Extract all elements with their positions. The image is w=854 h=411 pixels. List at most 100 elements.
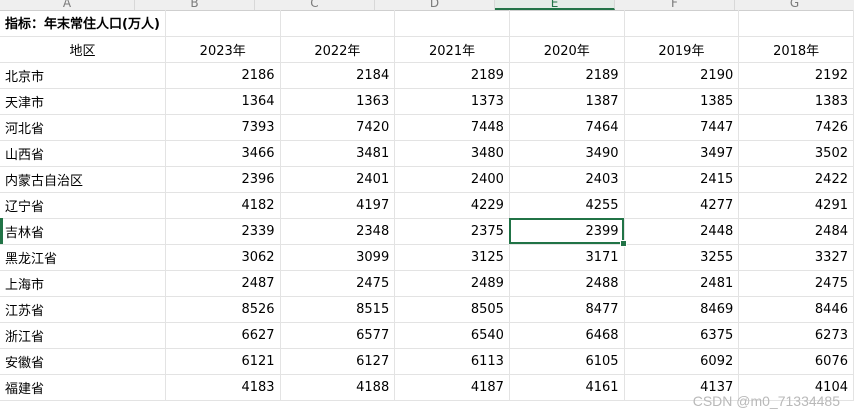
value-cell[interactable]: 2400 [394, 166, 510, 193]
column-letter-a[interactable]: A [0, 0, 135, 10]
value-cell[interactable]: 4277 [624, 192, 740, 219]
value-cell[interactable]: 2189 [509, 62, 625, 89]
value-cell[interactable]: 6468 [509, 322, 625, 349]
value-cell[interactable]: 7448 [394, 114, 510, 141]
value-cell[interactable]: 2192 [738, 62, 854, 89]
value-cell[interactable]: 3255 [624, 244, 740, 271]
value-cell[interactable]: 8515 [280, 296, 396, 323]
empty-cell[interactable] [738, 10, 854, 37]
value-cell[interactable]: 6121 [165, 348, 281, 375]
value-cell[interactable]: 6375 [624, 322, 740, 349]
column-letter-d[interactable]: D [375, 0, 495, 10]
value-cell[interactable]: 2487 [165, 270, 281, 297]
value-cell[interactable]: 4188 [280, 374, 396, 401]
value-cell[interactable]: 2375 [394, 218, 510, 245]
fill-handle[interactable] [620, 240, 628, 247]
value-cell[interactable]: 6092 [624, 348, 740, 375]
value-cell[interactable]: 8526 [165, 296, 281, 323]
value-cell[interactable]: 3502 [738, 140, 854, 167]
value-cell[interactable]: 3062 [165, 244, 281, 271]
region-cell[interactable]: 安徽省 [0, 348, 166, 375]
region-cell[interactable]: 浙江省 [0, 322, 166, 349]
region-cell[interactable]: 辽宁省 [0, 192, 166, 219]
year-header[interactable]: 2023年 [165, 36, 281, 63]
value-cell[interactable]: 3480 [394, 140, 510, 167]
year-header[interactable]: 2018年 [738, 36, 854, 63]
value-cell[interactable]: 4255 [509, 192, 625, 219]
empty-cell[interactable] [280, 10, 396, 37]
value-cell[interactable]: 2415 [624, 166, 740, 193]
value-cell[interactable]: 3490 [509, 140, 625, 167]
region-cell[interactable]: 上海市 [0, 270, 166, 297]
value-cell[interactable]: 4182 [165, 192, 281, 219]
active-cell[interactable]: 2399 [509, 218, 625, 245]
value-cell[interactable]: 2484 [738, 218, 854, 245]
value-cell[interactable]: 6540 [394, 322, 510, 349]
empty-cell[interactable] [165, 10, 281, 37]
value-cell[interactable]: 6627 [165, 322, 281, 349]
region-cell[interactable]: 内蒙古自治区 [0, 166, 166, 193]
value-cell[interactable]: 2448 [624, 218, 740, 245]
value-cell[interactable]: 4183 [165, 374, 281, 401]
value-cell[interactable]: 8446 [738, 296, 854, 323]
value-cell[interactable]: 2184 [280, 62, 396, 89]
value-cell[interactable]: 3327 [738, 244, 854, 271]
value-cell[interactable]: 8469 [624, 296, 740, 323]
sheet-title[interactable]: 指标：年末常住人口(万人) [0, 10, 166, 37]
region-cell[interactable]: 黑龙江省 [0, 244, 166, 271]
value-cell[interactable]: 2401 [280, 166, 396, 193]
value-cell[interactable]: 6113 [394, 348, 510, 375]
region-cell[interactable]: 福建省 [0, 374, 166, 401]
value-cell[interactable]: 3466 [165, 140, 281, 167]
value-cell[interactable]: 6127 [280, 348, 396, 375]
value-cell[interactable]: 4161 [509, 374, 625, 401]
column-letter-g[interactable]: G [735, 0, 854, 10]
region-cell[interactable]: 江苏省 [0, 296, 166, 323]
year-header[interactable]: 2020年 [509, 36, 625, 63]
region-cell[interactable]: 河北省 [0, 114, 166, 141]
column-letter-e[interactable]: E [495, 0, 615, 10]
value-cell[interactable]: 2396 [165, 166, 281, 193]
value-cell[interactable]: 2348 [280, 218, 396, 245]
value-cell[interactable]: 2189 [394, 62, 510, 89]
year-header[interactable]: 2022年 [280, 36, 396, 63]
value-cell[interactable]: 2475 [738, 270, 854, 297]
value-cell[interactable]: 6577 [280, 322, 396, 349]
value-cell[interactable]: 2475 [280, 270, 396, 297]
value-cell[interactable]: 1364 [165, 88, 281, 115]
value-cell[interactable]: 2403 [509, 166, 625, 193]
value-cell[interactable]: 1385 [624, 88, 740, 115]
value-cell[interactable]: 2488 [509, 270, 625, 297]
value-cell[interactable]: 2186 [165, 62, 281, 89]
value-cell[interactable]: 4187 [394, 374, 510, 401]
region-cell[interactable]: 吉林省 [0, 218, 166, 245]
empty-cell[interactable] [509, 10, 625, 37]
column-letter-c[interactable]: C [255, 0, 375, 10]
year-header[interactable]: 2021年 [394, 36, 510, 63]
value-cell[interactable]: 6105 [509, 348, 625, 375]
value-cell[interactable]: 2339 [165, 218, 281, 245]
value-cell[interactable]: 2489 [394, 270, 510, 297]
value-cell[interactable]: 3099 [280, 244, 396, 271]
value-cell[interactable]: 7447 [624, 114, 740, 141]
value-cell[interactable]: 8505 [394, 296, 510, 323]
column-letter-f[interactable]: F [615, 0, 735, 10]
empty-cell[interactable] [394, 10, 510, 37]
region-cell[interactable]: 山西省 [0, 140, 166, 167]
value-cell[interactable]: 2422 [738, 166, 854, 193]
value-cell[interactable]: 2190 [624, 62, 740, 89]
value-cell[interactable]: 3497 [624, 140, 740, 167]
value-cell[interactable]: 3481 [280, 140, 396, 167]
value-cell[interactable]: 4229 [394, 192, 510, 219]
value-cell[interactable]: 7393 [165, 114, 281, 141]
value-cell[interactable]: 4291 [738, 192, 854, 219]
value-cell[interactable]: 4197 [280, 192, 396, 219]
value-cell[interactable]: 3125 [394, 244, 510, 271]
year-header[interactable]: 2019年 [624, 36, 740, 63]
value-cell[interactable]: 1383 [738, 88, 854, 115]
value-cell[interactable]: 6076 [738, 348, 854, 375]
value-cell[interactable]: 1387 [509, 88, 625, 115]
value-cell[interactable]: 7420 [280, 114, 396, 141]
region-cell[interactable]: 天津市 [0, 88, 166, 115]
region-cell[interactable]: 北京市 [0, 62, 166, 89]
